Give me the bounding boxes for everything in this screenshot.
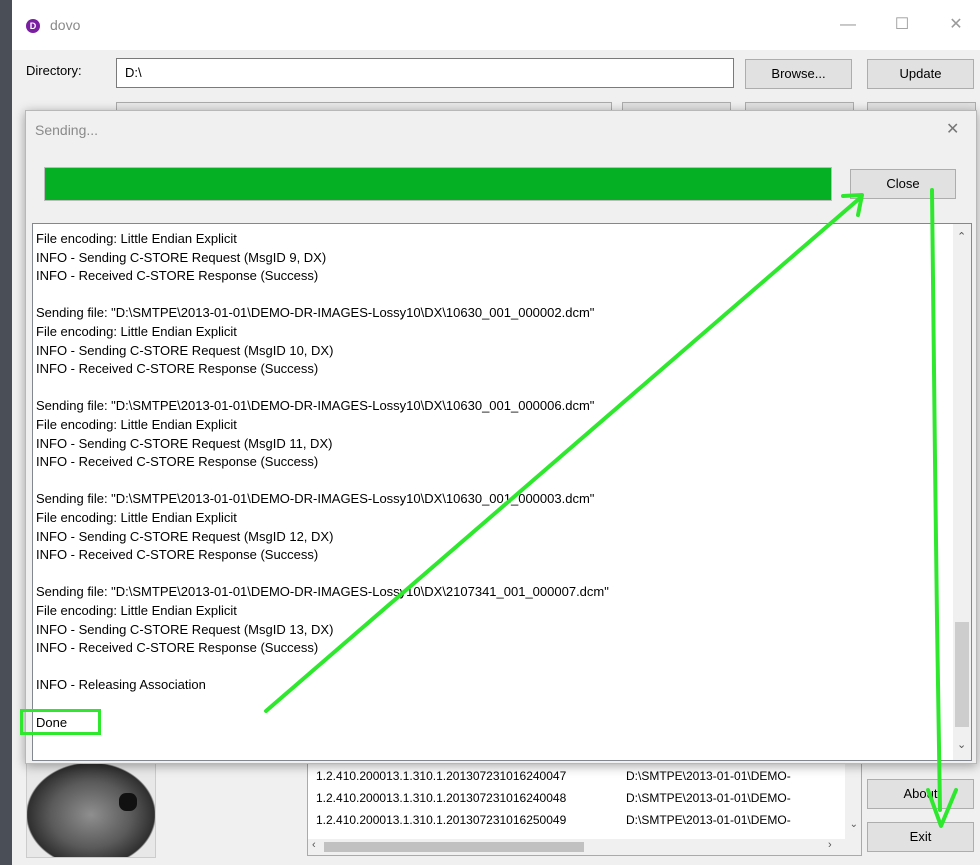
directory-label: Directory: xyxy=(26,63,82,78)
log-scroll-thumb[interactable] xyxy=(955,622,969,727)
log-line: File encoding: Little Endian Explicit xyxy=(36,231,237,246)
log-line: Sending file: "D:\SMTPE\2013-01-01\DEMO-… xyxy=(36,584,609,600)
log-line: Sending file: "D:\SMTPE\2013-01-01\DEMO-… xyxy=(36,491,595,507)
log-line: INFO - Received C-STORE Response (Succes… xyxy=(36,547,319,563)
log-line: File encoding: Little Endian Explicit xyxy=(36,603,237,618)
dialog-close-icon[interactable]: ✕ xyxy=(946,119,959,139)
log-line: INFO - Sending C-STORE Request (MsgID 10… xyxy=(36,342,334,358)
directory-input[interactable]: D:\ xyxy=(116,58,734,88)
log-line: INFO - Sending C-STORE Request (MsgID 13… xyxy=(36,621,334,637)
title-bar: D dovo — ☐ ✕ xyxy=(12,0,980,50)
browse-button[interactable]: Browse... xyxy=(745,59,852,89)
table-vertical-scrollbar[interactable]: ⌄ xyxy=(845,763,861,855)
close-button[interactable]: Close xyxy=(850,169,956,199)
table-cell-uid: 1.2.410.200013.1.310.1.20130723101624004… xyxy=(316,791,567,805)
log-line: INFO - Received C-STORE Response (Succes… xyxy=(36,268,319,284)
table-cell-path: D:\SMTPE\2013-01-01\DEMO- xyxy=(626,791,791,805)
about-button[interactable]: About xyxy=(867,779,974,809)
log-line: INFO - Sending C-STORE Request (MsgID 11… xyxy=(36,435,333,451)
chevron-right-icon[interactable]: › xyxy=(828,839,832,851)
image-thumbnail xyxy=(26,762,156,858)
minimize-icon[interactable]: — xyxy=(828,12,868,38)
table-cell-uid: 1.2.410.200013.1.310.1.20130723101625004… xyxy=(316,813,567,827)
progress-bar xyxy=(44,167,832,201)
log-line: Sending file: "D:\SMTPE\2013-01-01\DEMO-… xyxy=(36,398,595,414)
log-line: File encoding: Little Endian Explicit xyxy=(36,510,237,525)
close-icon[interactable]: ✕ xyxy=(936,12,976,38)
log-line: File encoding: Little Endian Explicit xyxy=(36,417,237,432)
table-scroll-thumb[interactable] xyxy=(324,842,584,852)
chevron-up-icon[interactable]: ⌃ xyxy=(957,230,966,243)
log-line: File encoding: Little Endian Explicit xyxy=(36,324,237,339)
file-table[interactable]: 1.2.410.200013.1.310.1.2013072310162400​… xyxy=(307,762,862,856)
table-row[interactable]: 1.2.410.200013.1.310.1.20130723101624004… xyxy=(308,787,861,809)
table-row[interactable]: 1.2.410.200013.1.310.1.20130723101625004… xyxy=(308,809,861,831)
dialog-title: Sending... xyxy=(35,122,99,138)
exit-button[interactable]: Exit xyxy=(867,822,974,852)
table-cell-path: D:\SMTPE\2013-01-01\DEMO- xyxy=(626,769,791,783)
done-highlight-box xyxy=(20,709,101,735)
chevron-left-icon[interactable]: ‹ xyxy=(312,839,316,851)
log-line: INFO - Received C-STORE Response (Succes… xyxy=(36,454,319,470)
progress-fill xyxy=(45,168,831,200)
log-line: INFO - Sending C-STORE Request (MsgID 12… xyxy=(36,528,334,544)
table-cell-path: D:\SMTPE\2013-01-01\DEMO- xyxy=(626,813,791,827)
thumbnail-detail xyxy=(119,793,137,811)
log-line: Sending file: "D:\SMTPE\2013-01-01\DEMO-… xyxy=(36,305,595,321)
log-vertical-scrollbar[interactable]: ⌃ ⌄ xyxy=(953,224,971,760)
chevron-down-icon[interactable]: ⌄ xyxy=(850,819,858,830)
log-line: INFO - Releasing Association xyxy=(36,677,206,693)
log-line: INFO - Received C-STORE Response (Succes… xyxy=(36,640,319,656)
window-title: dovo xyxy=(50,17,81,33)
sending-dialog: Sending... ✕ Close ⌃ ⌄ File encoding: Li… xyxy=(25,110,977,764)
table-row[interactable]: 1.2.410.200013.1.310.1.2013072310162400​… xyxy=(308,765,861,787)
table-horizontal-scrollbar[interactable]: ‹ › xyxy=(308,839,845,855)
chevron-down-icon[interactable]: ⌄ xyxy=(957,738,966,751)
log-output[interactable]: ⌃ ⌄ File encoding: Little Endian Explici… xyxy=(32,223,972,761)
log-line: INFO - Sending C-STORE Request (MsgID 9,… xyxy=(36,249,327,265)
log-line: INFO - Received C-STORE Response (Succes… xyxy=(36,361,319,377)
maximize-icon[interactable]: ☐ xyxy=(882,12,922,38)
app-icon: D xyxy=(26,19,40,33)
update-button[interactable]: Update xyxy=(867,59,974,89)
desktop-edge xyxy=(0,0,12,865)
table-cell-uid: 1.2.410.200013.1.310.1.2013072310162400​… xyxy=(316,769,567,783)
